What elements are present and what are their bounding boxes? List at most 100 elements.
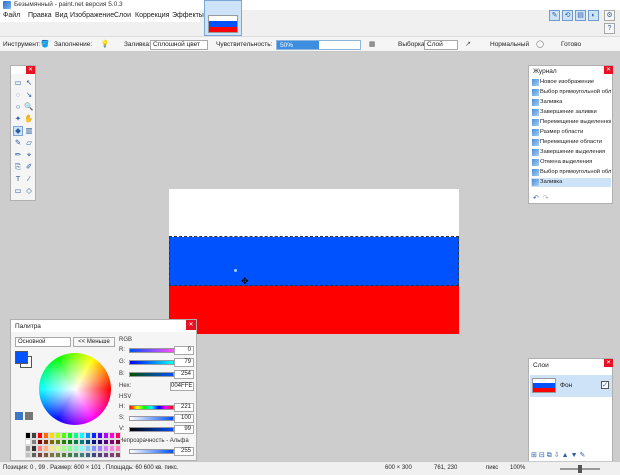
menu-image[interactable]: Изображение: [70, 12, 114, 19]
magic-wand-tool-icon[interactable]: ✦: [13, 114, 23, 124]
shape-type-icon[interactable]: ◇: [24, 186, 34, 196]
history-item[interactable]: Заливка: [531, 98, 611, 107]
alpha-icon[interactable]: ◯: [535, 40, 545, 50]
eraser-tool-icon[interactable]: ▱: [24, 138, 34, 148]
paint-bucket-tool-icon[interactable]: ◆: [13, 126, 23, 136]
pencil-tool-icon[interactable]: ✏: [13, 150, 23, 160]
duplicate-layer-icon[interactable]: ⧉: [547, 452, 554, 459]
history-item[interactable]: Завершение заливки: [531, 108, 611, 117]
palette-menu-icon[interactable]: [25, 412, 33, 420]
delete-layer-icon[interactable]: ⊟: [539, 452, 547, 459]
layers-close-icon[interactable]: ✕: [604, 359, 613, 367]
menu-effects[interactable]: Эффекты: [172, 12, 204, 19]
menu-file[interactable]: Файл: [3, 12, 20, 19]
rectangle-select-tool-icon[interactable]: ▭: [13, 78, 23, 88]
history-close-icon[interactable]: ✕: [604, 66, 613, 74]
menu-view[interactable]: Вид: [55, 12, 68, 19]
clone-stamp-tool-icon[interactable]: ⎘: [13, 162, 23, 172]
menu-layers[interactable]: Слои: [114, 12, 131, 19]
flood-mode-icon[interactable]: 💡: [100, 40, 110, 50]
hex-input[interactable]: 004FFE: [170, 382, 194, 391]
text-tool-icon[interactable]: T: [13, 174, 23, 184]
layer-thumbnail: [532, 378, 556, 393]
b-slider[interactable]: [129, 372, 174, 377]
menu-adjustments[interactable]: Коррекция: [135, 12, 169, 19]
layer-properties-icon[interactable]: ✎: [580, 452, 588, 459]
lasso-tool-icon[interactable]: ◌: [13, 90, 23, 100]
v-slider[interactable]: [129, 427, 174, 432]
s-input[interactable]: 100: [174, 414, 194, 423]
add-layer-icon[interactable]: ⊞: [531, 452, 539, 459]
history-item[interactable]: Заливка: [531, 178, 611, 187]
tools-close-icon[interactable]: ✕: [26, 66, 35, 74]
history-item[interactable]: Перемещение области: [531, 138, 611, 147]
palette-swatch[interactable]: [115, 451, 121, 458]
history-window-toggle-icon[interactable]: ⟲: [562, 10, 573, 21]
line-curve-tool-icon[interactable]: ⁄: [24, 174, 34, 184]
palette-swatches[interactable]: [25, 432, 121, 458]
b-input[interactable]: 254: [174, 370, 194, 379]
units-select[interactable]: пикс: [486, 465, 498, 471]
redo-icon[interactable]: ↷: [543, 195, 549, 202]
v-input[interactable]: 99: [174, 425, 194, 434]
history-item[interactable]: Завершение выделения: [531, 148, 611, 157]
history-item[interactable]: Новое изображение: [531, 78, 611, 87]
palette-window-toggle-icon[interactable]: ◐: [588, 10, 599, 21]
history-item[interactable]: Отмена выделения: [531, 158, 611, 167]
sensitivity-slider[interactable]: 50%: [276, 40, 361, 50]
selection-handle[interactable]: [234, 269, 237, 272]
g-slider[interactable]: [129, 360, 174, 365]
ellipse-select-tool-icon[interactable]: ○: [13, 102, 23, 112]
alpha-input[interactable]: 255: [174, 447, 194, 456]
history-item[interactable]: Выбор прямоугольной области: [531, 168, 611, 177]
move-selection-tool-icon[interactable]: ↘: [24, 90, 34, 100]
r-slider[interactable]: [129, 348, 174, 353]
move-layer-up-icon[interactable]: ▲: [562, 452, 571, 459]
menu-edit[interactable]: Правка: [28, 12, 52, 19]
palette-close-icon[interactable]: ✕: [186, 320, 196, 330]
h-slider[interactable]: [129, 405, 174, 410]
layer-row[interactable]: Фон ✓: [530, 375, 612, 397]
history-item[interactable]: Размер области: [531, 128, 611, 137]
less-button[interactable]: << Меньше: [73, 337, 115, 347]
curve-icon[interactable]: ↗: [463, 40, 473, 50]
r-input[interactable]: 0: [174, 346, 194, 355]
zoom-level[interactable]: 100%: [510, 465, 525, 471]
image-tab[interactable]: [204, 0, 242, 36]
zoom-tool-icon[interactable]: 🔍: [24, 102, 34, 112]
layers-window-toggle-icon[interactable]: ▤: [575, 10, 586, 21]
s-slider[interactable]: [129, 416, 174, 421]
primary-color-swatch[interactable]: [15, 351, 28, 364]
history-item[interactable]: Перемещение выделенной области: [531, 118, 611, 127]
color-wheel[interactable]: [39, 353, 111, 425]
blend-mode-select[interactable]: Нормальный: [490, 41, 529, 48]
shapes-tool-icon[interactable]: ▭: [13, 186, 23, 196]
layer-visibility-checkbox[interactable]: ✓: [601, 381, 609, 389]
merge-layer-icon[interactable]: ⇩: [554, 452, 562, 459]
recolor-tool-icon[interactable]: ✐: [24, 162, 34, 172]
sampling-select[interactable]: Слой: [424, 40, 458, 50]
settings-gear-icon[interactable]: ⚙: [604, 10, 615, 21]
move-layer-down-icon[interactable]: ▼: [571, 452, 580, 459]
selection-marquee[interactable]: [169, 236, 459, 286]
help-icon[interactable]: ?: [604, 23, 615, 34]
undo-icon[interactable]: ↶: [533, 195, 539, 202]
fill-select[interactable]: Сплошной цвет: [150, 40, 208, 50]
history-item[interactable]: Выбор прямоугольной области: [531, 88, 611, 97]
color-picker-tool-icon[interactable]: ⌖: [24, 150, 34, 160]
gradient-tool-icon[interactable]: ▥: [24, 126, 34, 136]
tools-window-toggle-icon[interactable]: ✎: [549, 10, 560, 21]
palette-add-icon[interactable]: [15, 412, 23, 420]
h-input[interactable]: 221: [174, 403, 194, 412]
done-button[interactable]: Готово: [561, 41, 581, 48]
history-item-label: Выбор прямоугольной области: [540, 89, 611, 95]
paintbrush-tool-icon[interactable]: ✎: [13, 138, 23, 148]
move-selected-tool-icon[interactable]: ↖: [24, 78, 34, 88]
zoom-slider-thumb[interactable]: [578, 465, 582, 473]
color-mode-select[interactable]: Основной: [15, 337, 71, 347]
pan-tool-icon[interactable]: ✋: [24, 114, 34, 124]
antialias-icon[interactable]: ▦: [367, 40, 377, 50]
paint-bucket-icon[interactable]: 🪣: [40, 40, 50, 50]
alpha-slider[interactable]: [129, 449, 174, 454]
g-input[interactable]: 79: [174, 358, 194, 367]
